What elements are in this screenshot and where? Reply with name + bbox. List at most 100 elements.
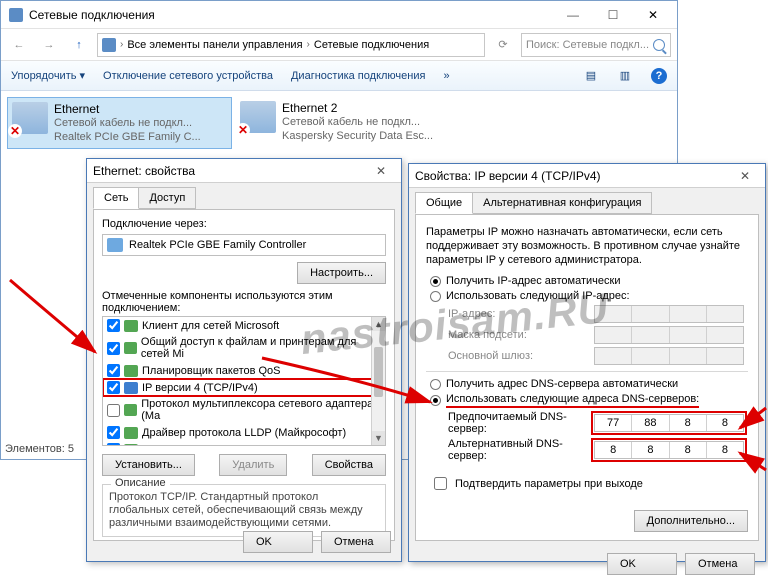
control-panel-icon [102,38,116,52]
close-button[interactable]: ✕ [731,167,759,185]
preferred-dns-field[interactable]: 77 88 8 8 [594,414,744,432]
refresh-button[interactable]: ⟳ [491,33,515,57]
tab-general[interactable]: Общие [415,192,473,214]
ok-button[interactable]: OK [243,531,313,553]
adapter-ethernet2[interactable]: ✕ Ethernet 2 Сетевой кабель не подкл... … [236,97,461,149]
list-item[interactable]: Протокол мультиплексора сетевого адаптер… [103,396,385,424]
chevron-icon: › [120,39,123,50]
item-text: Драйвер протокола LLDP (Майкрософт) [142,427,346,439]
field-label: Маска подсети: [448,329,588,341]
maximize-button[interactable]: ☐ [593,3,633,27]
checkbox[interactable] [107,404,120,417]
mask-row: Маска подсети: [448,326,748,344]
components-label: Отмеченные компоненты используются этим … [102,290,386,314]
ip-address-field [594,305,744,323]
ip-octet[interactable]: 88 [632,415,669,431]
ip-octet[interactable]: 8 [707,415,743,431]
close-button[interactable]: ✕ [367,162,395,180]
close-button[interactable]: ✕ [633,3,673,27]
install-button[interactable]: Установить... [102,454,195,476]
radio-label: Получить адрес DNS-сервера автоматически [446,378,678,390]
adapter-ethernet[interactable]: ✕ Ethernet Сетевой кабель не подкл... Re… [7,97,232,149]
tab-alternate[interactable]: Альтернативная конфигурация [472,192,652,214]
search-icon [653,39,665,51]
radio-use-dns[interactable]: Использовать следующие адреса DNS-сервер… [430,393,748,408]
checkbox[interactable] [107,319,120,332]
connect-via-label: Подключение через: [102,218,386,230]
field-label: Предпочитаемый DNS-сервер: [448,411,588,435]
radio-auto-dns[interactable]: Получить адрес DNS-сервера автоматически [430,378,748,390]
properties-button[interactable]: Свойства [312,454,386,476]
components-list[interactable]: Клиент для сетей Microsoft Общий доступ … [102,316,386,446]
cancel-button[interactable]: Отмена [321,531,391,553]
component-icon [124,342,137,354]
ok-button[interactable]: OK [607,553,677,575]
adapter-device: Kaspersky Security Data Esc... [282,129,433,143]
disconnected-icon: ✕ [8,124,22,138]
app-icon [9,8,23,22]
disconnected-icon: ✕ [236,123,250,137]
description-text: Протокол TCP/IP. Стандартный протокол гл… [109,491,379,530]
dns1-row: Предпочитаемый DNS-сервер: 77 88 8 8 [448,411,748,435]
list-item-ipv4[interactable]: IP версии 4 (TCP/IPv4) [103,379,385,396]
list-item[interactable]: Win10Pcap Packet Capture Driver [103,441,385,446]
ip-address-row: IP-адрес: [448,305,748,323]
adapter-name: Ethernet 2 [282,101,433,115]
list-item[interactable]: Драйвер протокола LLDP (Майкрософт) [103,424,385,441]
search-input[interactable]: Поиск: Сетевые подкл... [521,33,671,57]
list-item[interactable]: Планировщик пакетов QoS [103,362,385,379]
crumb-2[interactable]: Сетевые подключения [314,39,429,51]
scroll-thumb[interactable] [374,347,383,397]
ip-octet[interactable]: 8 [595,442,632,458]
scrollbar[interactable]: ▲ ▼ [371,317,385,445]
disable-device-button[interactable]: Отключение сетевого устройства [103,70,273,82]
forward-button[interactable]: → [37,33,61,57]
checkbox[interactable] [107,342,120,355]
checkbox[interactable] [434,477,447,490]
checkbox[interactable] [107,426,120,439]
scroll-down-button[interactable]: ▼ [372,431,385,445]
description-group: Описание Протокол TCP/IP. Стандартный пр… [102,484,386,537]
ip-octet[interactable]: 8 [670,442,707,458]
crumb-1[interactable]: Все элементы панели управления [127,39,302,51]
organize-menu[interactable]: Упорядочить ▾ [11,69,85,82]
ethernet-properties-dialog: Ethernet: свойства ✕ Сеть Доступ Подключ… [86,158,402,562]
advanced-button[interactable]: Дополнительно... [634,510,748,532]
confirm-on-exit[interactable]: Подтвердить параметры при выходе [430,474,748,493]
scroll-up-button[interactable]: ▲ [372,317,385,331]
component-icon [124,427,138,439]
alternate-dns-field[interactable]: 8 8 8 8 [594,441,744,459]
tab-network[interactable]: Сеть [93,187,139,209]
back-button[interactable]: ← [7,33,31,57]
tab-access[interactable]: Доступ [138,187,196,209]
more-commands[interactable]: » [443,70,449,82]
ip-octet[interactable]: 77 [595,415,632,431]
component-icon [124,365,138,377]
radio-use-ip[interactable]: Использовать следующий IP-адрес: [430,290,748,302]
breadcrumb[interactable]: › Все элементы панели управления › Сетев… [97,33,485,57]
field-label: Основной шлюз: [448,350,588,362]
window-title: Сетевые подключения [29,8,155,22]
checkbox[interactable] [107,443,120,446]
titlebar[interactable]: Сетевые подключения — ☐ ✕ [1,1,677,29]
details-pane-button[interactable]: ▥ [617,68,633,84]
up-button[interactable]: ↑ [67,33,91,57]
help-button[interactable]: ? [651,68,667,84]
radio-auto-ip[interactable]: Получить IP-адрес автоматически [430,275,748,287]
ip-octet[interactable]: 8 [632,442,669,458]
checkbox[interactable] [107,364,120,377]
minimize-button[interactable]: — [553,3,593,27]
chevron-icon: › [307,39,310,50]
view-icons-button[interactable]: ▤ [583,68,599,84]
configure-button[interactable]: Настроить... [297,262,386,284]
ip-octet[interactable]: 8 [670,415,707,431]
radio-label: Использовать следующие адреса DNS-сервер… [446,393,699,408]
field-label: IP-адрес: [448,308,588,320]
list-item[interactable]: Клиент для сетей Microsoft [103,317,385,334]
ip-octet[interactable]: 8 [707,442,743,458]
diagnose-button[interactable]: Диагностика подключения [291,70,425,82]
list-item[interactable]: Общий доступ к файлам и принтерам для се… [103,334,385,362]
cancel-button[interactable]: Отмена [685,553,755,575]
radio-label: Использовать следующий IP-адрес: [446,290,630,302]
checkbox[interactable] [107,381,120,394]
